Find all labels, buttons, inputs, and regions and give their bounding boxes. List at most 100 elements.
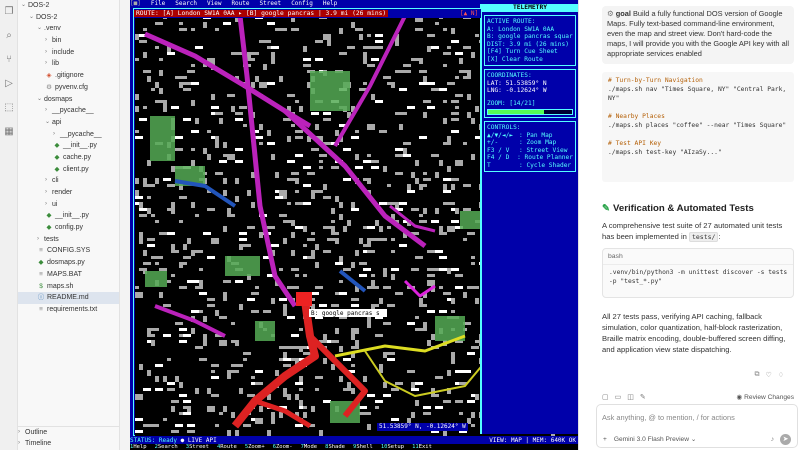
tree-item-label: __init__.py	[63, 142, 97, 150]
terminal-icon[interactable]: ▭	[615, 393, 622, 401]
fkey-exit[interactable]: 11Exit	[412, 444, 436, 450]
send-button[interactable]: ➤	[780, 433, 791, 445]
chevron-right-icon: ›	[45, 107, 47, 114]
browser-icon[interactable]: ◫	[627, 393, 634, 401]
review-changes-button[interactable]: ◉ Review Changes	[737, 393, 794, 401]
chat-input-toolbar: + Gemini 3.0 Flash Preview ⌄ ♪ ➤	[603, 433, 791, 445]
destination-marker[interactable]	[296, 292, 312, 306]
turn-cue-sheet-command[interactable]: [F4] Turn Cue Sheet	[487, 48, 573, 56]
chevron-down-icon: ⌄	[21, 2, 27, 8]
files-icon[interactable]: ❐	[3, 6, 15, 18]
tree-file[interactable]: ⚙ pyvenv.cfg	[18, 82, 119, 94]
tree-item-label: requirements.txt	[47, 305, 98, 313]
extensions-icon[interactable]: ▦	[3, 126, 15, 138]
source-control-icon[interactable]: ⑂	[3, 54, 15, 66]
fkey-zoom[interactable]: 6Zoom-	[273, 444, 297, 450]
thumbs-up-icon[interactable]: ♡	[765, 371, 771, 379]
tree-folder[interactable]: › render	[18, 187, 119, 199]
agent-chat-panel: ⚙ goal Build a fully functional DOS vers…	[592, 0, 800, 450]
fkey-search[interactable]: 2Search	[155, 444, 182, 450]
dos-maps-terminal[interactable]: [■] File Search View Route Street Config Help B…	[130, 0, 578, 450]
fkey-help[interactable]: 1Help	[130, 444, 151, 450]
tree-folder[interactable]: ⌄ dosmaps	[18, 94, 119, 106]
tree-item-label: ui	[52, 200, 58, 208]
fkey-mode[interactable]: 7Mode	[301, 444, 322, 450]
bash-command: .venv/bin/python3 -m unittest discover -…	[609, 269, 788, 285]
tree-item-label: __init__.py	[55, 212, 89, 220]
tree-file[interactable]: ◆ config.py	[18, 222, 119, 234]
system-menu[interactable]: [■]	[130, 0, 141, 7]
tree-folder[interactable]: › bin	[18, 35, 119, 47]
fkey-route[interactable]: 4Route	[217, 444, 241, 450]
telemetry-header: TELEMETRY	[482, 4, 578, 12]
run-icon[interactable]: ▷	[3, 78, 15, 90]
tree-file[interactable]: ◈ .gitignore	[18, 70, 119, 82]
control-action: : Zoom Map	[519, 139, 557, 146]
menu-route[interactable]: Route	[231, 0, 249, 7]
menu-search[interactable]: Search	[175, 0, 197, 7]
panel-divider[interactable]	[578, 0, 592, 450]
goal-message: ⚙ goal Build a fully functional DOS vers…	[602, 6, 794, 64]
tree-folder[interactable]: › lib	[18, 58, 119, 70]
tree-file[interactable]: $ maps.sh	[18, 281, 119, 293]
clear-route-command[interactable]: [X] Clear Route	[487, 56, 573, 64]
py-file-icon: ◆	[38, 259, 44, 267]
zoom-bar[interactable]	[487, 109, 573, 115]
tree-folder[interactable]: ⌄ DOS-2	[18, 12, 119, 24]
tree-file[interactable]: ≡ CONFIG.SYS	[18, 245, 119, 257]
microphone-icon[interactable]: ♪	[771, 436, 774, 443]
fkey-setup[interactable]: 10Setup	[381, 444, 408, 450]
tests-dir-chip[interactable]: tests/	[688, 232, 719, 242]
menu-config[interactable]: Config	[291, 0, 313, 7]
tree-folder[interactable]: ⌄ api	[18, 117, 119, 129]
edit-icon[interactable]: ✎	[640, 393, 646, 401]
tree-folder[interactable]: ⌄ DOS-2	[18, 0, 119, 12]
menu-help[interactable]: Help	[323, 0, 337, 7]
tree-file[interactable]: ⓘ README.md	[18, 292, 119, 304]
outline-section[interactable]: › Outline	[18, 427, 119, 439]
tree-item-label: bin	[52, 37, 62, 45]
fkey-street[interactable]: 3Street	[186, 444, 213, 450]
search-icon[interactable]: ⌕	[3, 30, 15, 42]
copy-icon[interactable]: ⧉	[754, 371, 759, 379]
control-action: : Cycle Shader	[519, 161, 572, 169]
chat-input[interactable]: Ask anything, @ to mention, / for action…	[596, 404, 798, 448]
latitude-value: LAT: 51.53859° N	[487, 79, 547, 87]
active-route-label: ACTIVE ROUTE:	[487, 18, 536, 25]
file-icon[interactable]: ▢	[602, 393, 609, 401]
add-context-button[interactable]: +	[603, 436, 607, 443]
tree-file[interactable]: ◆ cache.py	[18, 152, 119, 164]
menu-view[interactable]: View	[207, 0, 221, 7]
tree-item-label: include	[52, 48, 75, 56]
tree-folder[interactable]: › ui	[18, 199, 119, 211]
tree-folder[interactable]: ⌄ .venv	[18, 23, 119, 35]
txt-file-icon: ≡	[39, 270, 43, 278]
tree-file[interactable]: ≡ requirements.txt	[18, 304, 119, 316]
tree-file[interactable]: ≡ MAPS.BAT	[18, 269, 119, 281]
thumbs-down-icon[interactable]: ♢	[778, 371, 784, 379]
tree-file[interactable]: ◆ client.py	[18, 164, 119, 176]
tree-folder[interactable]: › __pycache__	[18, 129, 119, 141]
fkey-shade[interactable]: 8Shade	[325, 444, 349, 450]
fkey-shell[interactable]: 9Shell	[353, 444, 377, 450]
tree-file[interactable]: ◆ __init__.py	[18, 140, 119, 152]
tree-folder[interactable]: › cli	[18, 175, 119, 187]
md-file-icon: ⓘ	[37, 294, 45, 302]
tree-file[interactable]: ◆ dosmaps.py	[18, 257, 119, 269]
chevron-down-icon: ⌄	[37, 25, 43, 32]
fkey-zoom[interactable]: 5Zoom+	[245, 444, 269, 450]
chevron-right-icon: ›	[45, 37, 47, 44]
menu-file[interactable]: File	[151, 0, 165, 7]
tree-folder[interactable]: › __pycache__	[18, 105, 119, 117]
tree-folder[interactable]: › include	[18, 47, 119, 59]
remote-icon[interactable]: ⬚	[3, 102, 15, 114]
timeline-section[interactable]: › Timeline	[18, 438, 119, 450]
tree-file[interactable]: ◆ __init__.py	[18, 210, 119, 222]
chat-input-placeholder: Ask anything, @ to mention, / for action…	[602, 413, 735, 422]
tree-folder[interactable]: › tests	[18, 234, 119, 246]
control-key: F3 / V	[487, 146, 510, 154]
control-action: : Route Planner	[517, 154, 573, 161]
menu-street[interactable]: Street	[260, 0, 282, 7]
model-selector[interactable]: Gemini 3.0 Flash Preview ⌄	[614, 435, 697, 443]
